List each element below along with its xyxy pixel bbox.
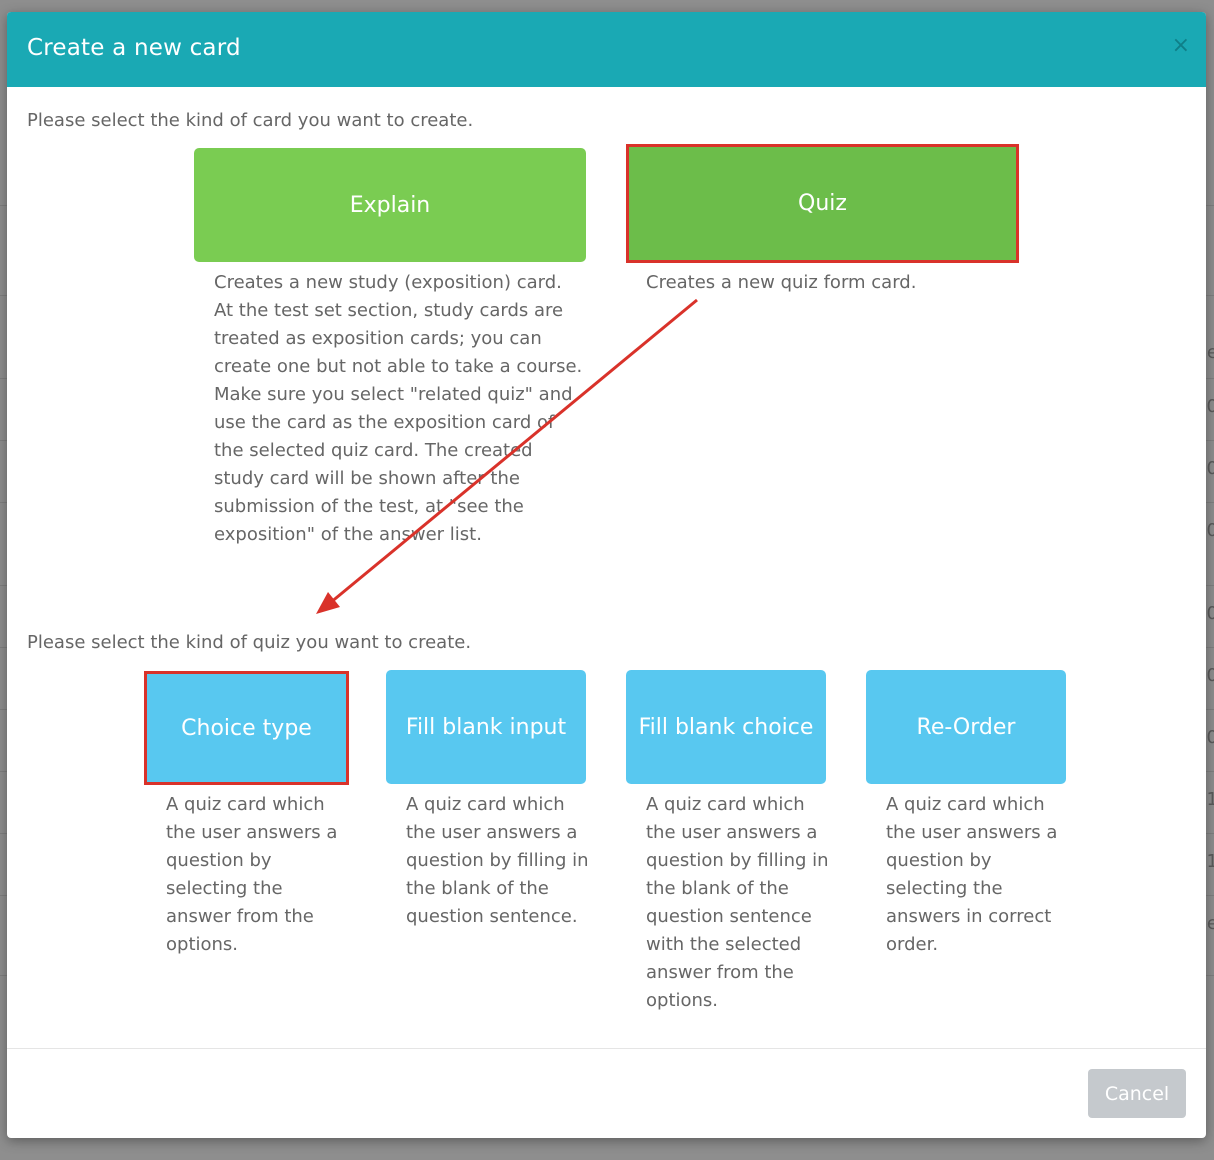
fill-blank-choice-description: A quiz card which the user answers a que… (646, 794, 829, 1011)
fill-blank-input-button[interactable]: Fill blank input (386, 670, 586, 784)
bg-text: 0 (1206, 665, 1214, 686)
quiz-card-description: Creates a new quiz form card. (646, 272, 917, 293)
bg-text: 0 (1206, 520, 1214, 541)
choice-type-button[interactable]: Choice type (144, 671, 349, 785)
bg-text: 1 (1206, 789, 1214, 810)
close-icon[interactable]: × (1172, 34, 1190, 58)
footer-divider (7, 1048, 1206, 1049)
bg-text: e (1206, 342, 1214, 363)
bg-text: 0 (1206, 458, 1214, 479)
fill-blank-choice-button[interactable]: Fill blank choice (626, 670, 826, 784)
bg-text: 1 (1206, 851, 1214, 872)
modal-title: Create a new card (27, 35, 241, 61)
explain-card-button[interactable]: Explain (194, 148, 586, 262)
create-card-modal: Create a new card × Please select the ki… (7, 12, 1206, 1138)
quiz-card-button[interactable]: Quiz (626, 144, 1019, 263)
re-order-button[interactable]: Re-Order (866, 670, 1066, 784)
modal-header: Create a new card × (7, 12, 1206, 87)
card-type-prompt: Please select the kind of card you want … (27, 110, 474, 131)
re-order-description: A quiz card which the user answers a que… (886, 794, 1058, 955)
bg-text: e (1206, 913, 1214, 934)
bg-text: 0 (1206, 727, 1214, 748)
bg-text: 0 (1206, 603, 1214, 624)
cancel-button[interactable]: Cancel (1088, 1069, 1186, 1118)
choice-type-description: A quiz card which the user answers a que… (166, 794, 338, 955)
quiz-type-prompt: Please select the kind of quiz you want … (27, 632, 472, 653)
bg-text: 0 (1206, 396, 1214, 417)
explain-card-description: Creates a new study (exposition) card. A… (214, 272, 583, 545)
fill-blank-input-description: A quiz card which the user answers a que… (406, 794, 589, 927)
